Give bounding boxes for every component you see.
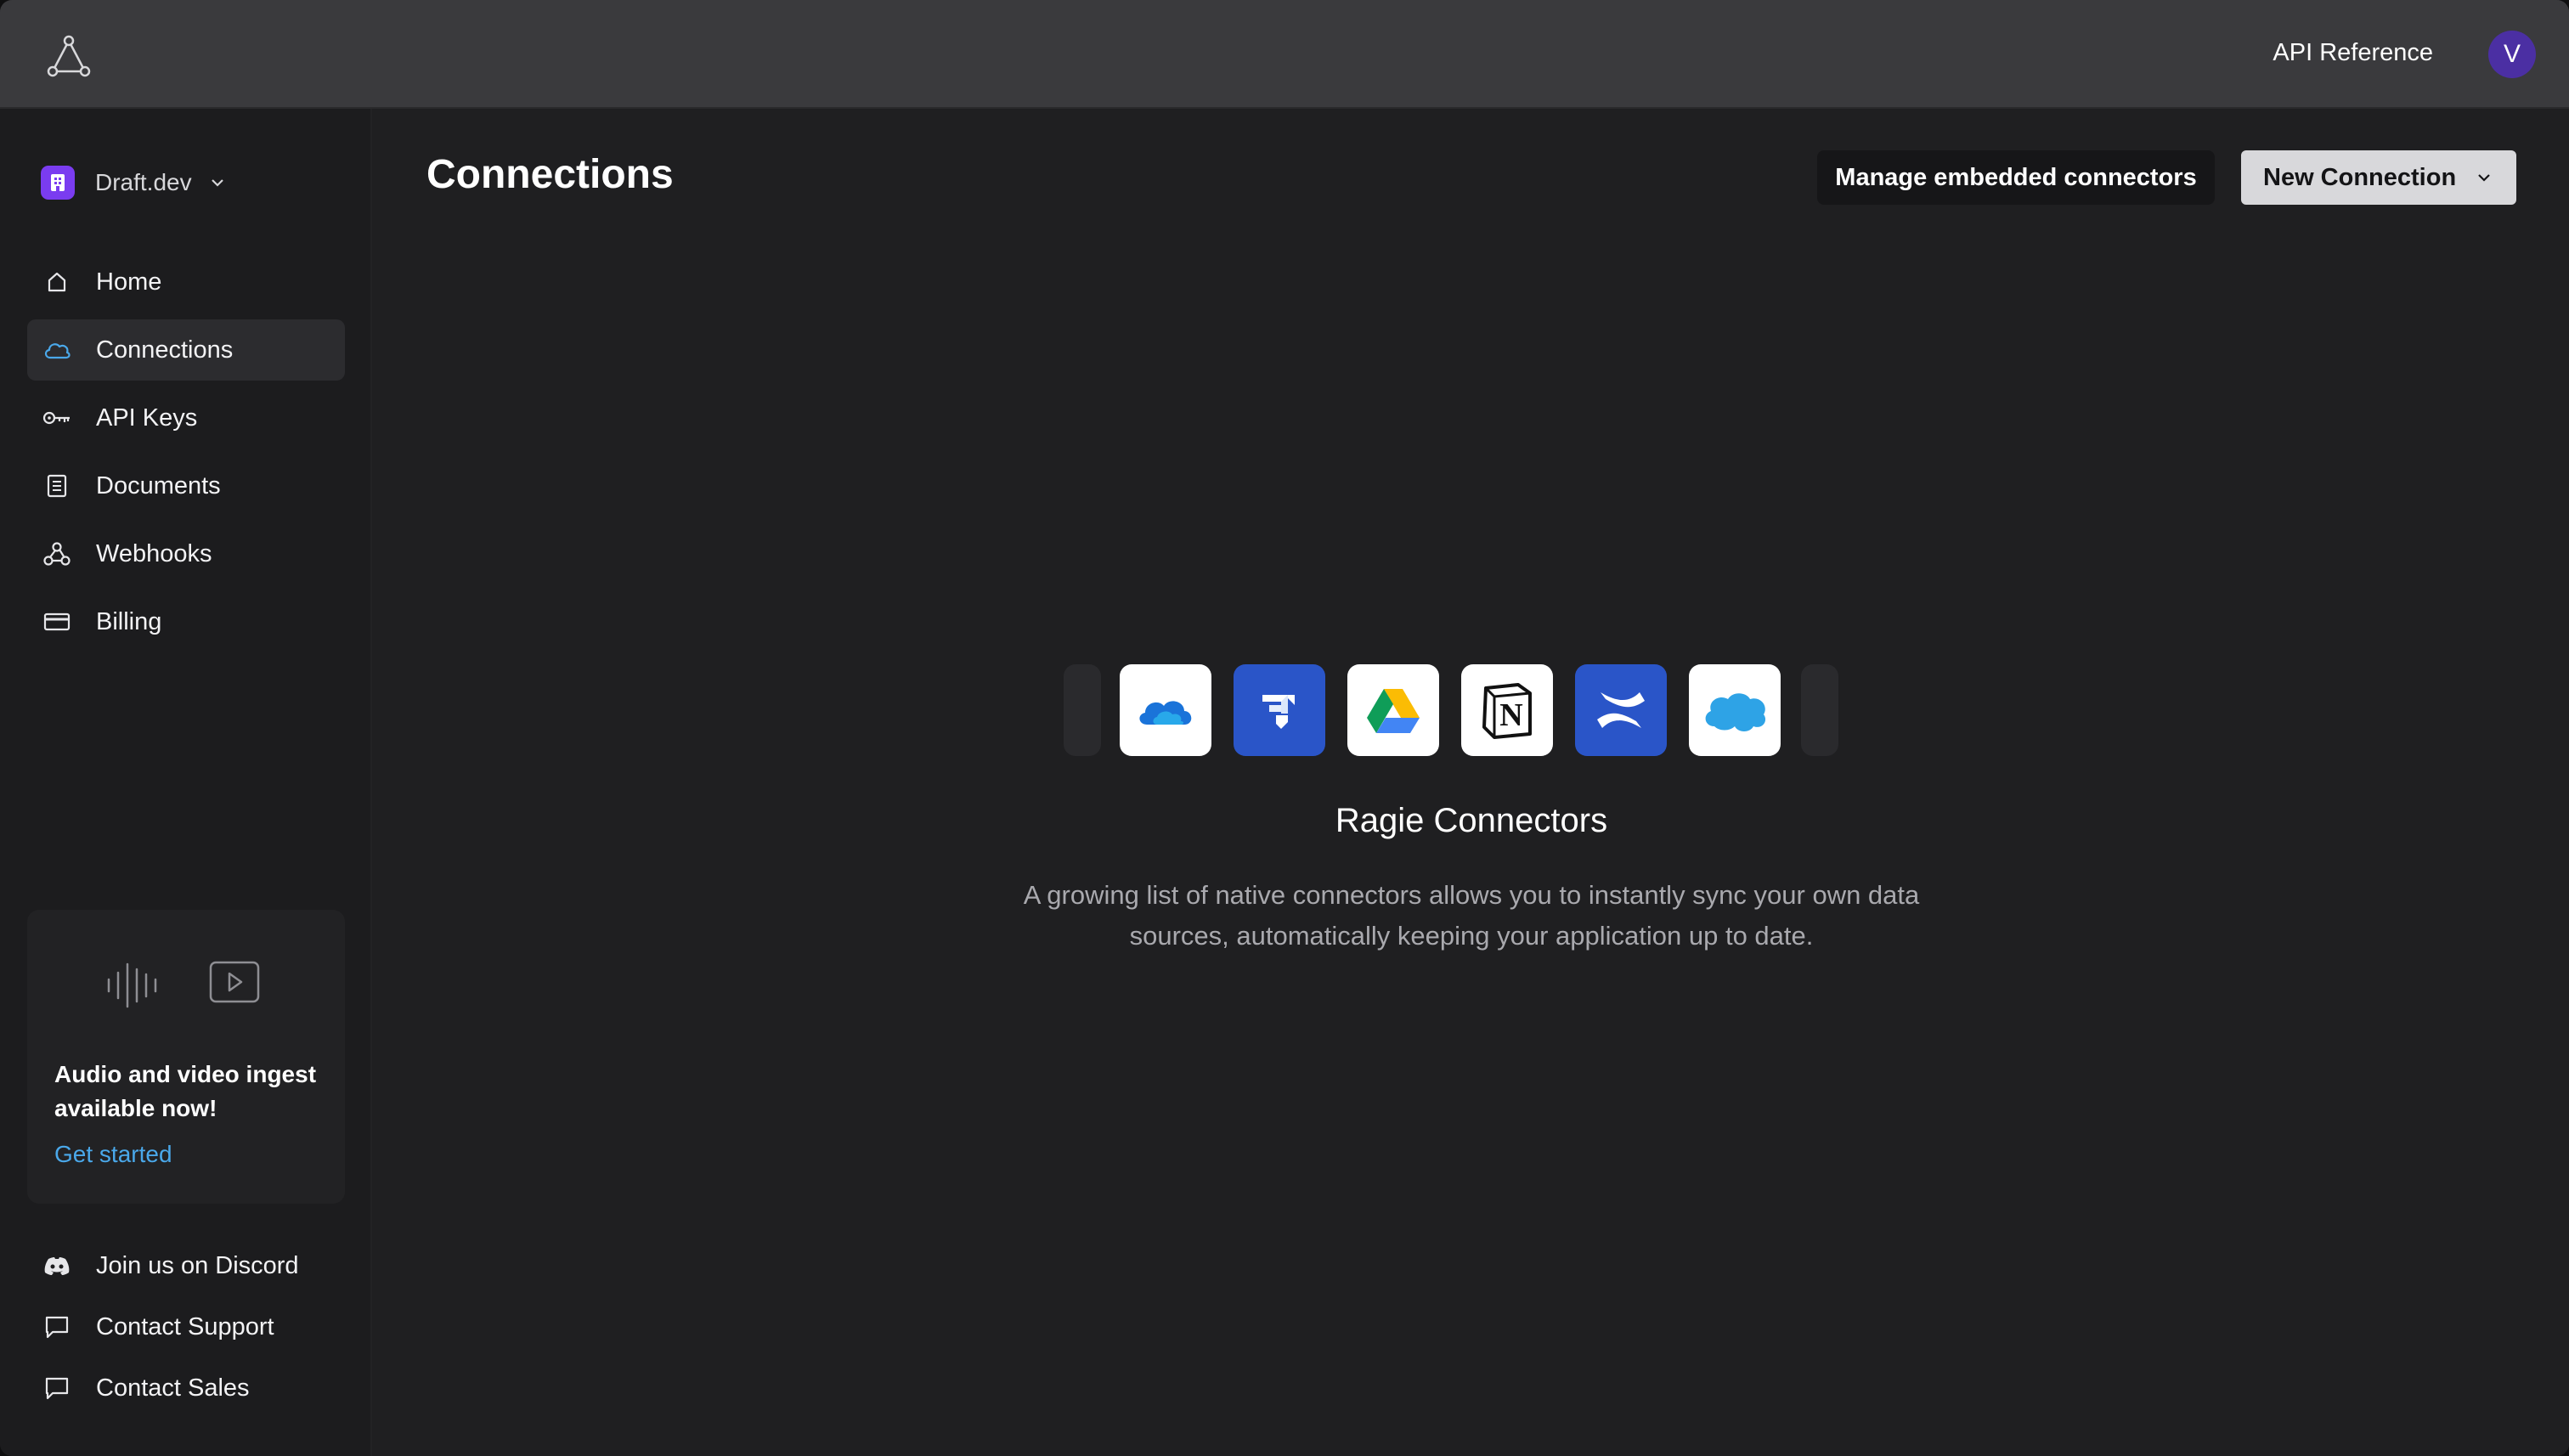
webhook-icon <box>42 539 71 568</box>
sidebar-item-connections[interactable]: Connections <box>27 319 345 381</box>
svg-text:N: N <box>1499 697 1522 733</box>
credit-card-icon <box>42 607 71 636</box>
new-connection-button[interactable]: New Connection <box>2241 150 2516 205</box>
workspace-name: Draft.dev <box>95 169 192 195</box>
key-icon <box>42 404 71 432</box>
sidebar-item-billing[interactable]: Billing <box>27 591 345 652</box>
sidebar-item-label: Billing <box>96 607 162 635</box>
onedrive-icon <box>1120 664 1211 756</box>
contact-support-link[interactable]: Contact Support <box>27 1296 345 1357</box>
sidebar-item-label: Documents <box>96 471 221 499</box>
sidebar: Draft.dev Home Connections API Keys Docu… <box>0 109 372 1456</box>
google-drive-icon <box>1347 664 1439 756</box>
cloud-icon <box>42 336 71 364</box>
notion-icon: N <box>1461 664 1553 756</box>
connector-fade-right <box>1801 664 1838 756</box>
contact-support-label: Contact Support <box>96 1312 274 1340</box>
document-icon <box>42 471 71 500</box>
new-connection-label: New Connection <box>2263 163 2457 191</box>
ragie-logo-icon[interactable] <box>46 34 92 78</box>
sidebar-item-webhooks[interactable]: Webhooks <box>27 523 345 584</box>
workspace-switcher[interactable]: Draft.dev <box>41 165 226 200</box>
home-icon <box>42 268 71 296</box>
api-reference-link[interactable]: API Reference <box>2273 39 2433 67</box>
sidebar-item-label: API Keys <box>96 404 198 432</box>
connector-fade-left <box>1064 664 1101 756</box>
workspace-building-icon <box>41 166 75 200</box>
chat-icon <box>42 1374 71 1402</box>
contact-sales-link[interactable]: Contact Sales <box>27 1357 345 1419</box>
sidebar-nav: Home Connections API Keys Documents Webh… <box>27 251 345 659</box>
sidebar-item-label: Webhooks <box>96 539 212 567</box>
sidebar-item-label: Connections <box>96 336 234 364</box>
sidebar-item-api-keys[interactable]: API Keys <box>27 387 345 449</box>
top-bar: API Reference V <box>0 0 2569 109</box>
get-started-link[interactable]: Get started <box>54 1141 172 1168</box>
promo-title: Audio and video ingest available now! <box>54 1061 317 1121</box>
promo-card: Audio and video ingest available now! Ge… <box>27 910 345 1204</box>
sidebar-item-home[interactable]: Home <box>27 251 345 313</box>
salesforce-icon <box>1689 664 1781 756</box>
empty-state-title: Ragie Connectors <box>1335 802 1608 839</box>
user-avatar[interactable]: V <box>2488 31 2536 78</box>
sidebar-footer: Join us on Discord Contact Support Conta… <box>27 1235 345 1419</box>
chat-icon <box>42 1312 71 1341</box>
confluence-icon <box>1575 664 1667 756</box>
sidebar-item-label: Home <box>96 268 162 296</box>
jira-icon <box>1234 664 1325 756</box>
sidebar-item-documents[interactable]: Documents <box>27 455 345 516</box>
empty-state-description: A growing list of native connectors allo… <box>1023 880 1920 951</box>
main-content: Connections Manage embedded connectors N… <box>374 109 2569 1456</box>
discord-link[interactable]: Join us on Discord <box>27 1235 345 1296</box>
manage-embedded-connectors-button[interactable]: Manage embedded connectors <box>1817 150 2215 205</box>
page-title: Connections <box>426 152 674 197</box>
contact-sales-label: Contact Sales <box>96 1374 250 1402</box>
connector-logos: N <box>1064 664 1838 758</box>
audio-wave-icon <box>107 962 157 1008</box>
chevron-down-icon <box>2478 174 2490 182</box>
chevron-down-icon <box>211 179 223 187</box>
app-window: API Reference V Draft.dev Home Connectio… <box>0 0 2569 1456</box>
video-play-icon <box>209 961 260 1003</box>
discord-icon <box>42 1251 71 1280</box>
discord-label: Join us on Discord <box>96 1251 299 1279</box>
